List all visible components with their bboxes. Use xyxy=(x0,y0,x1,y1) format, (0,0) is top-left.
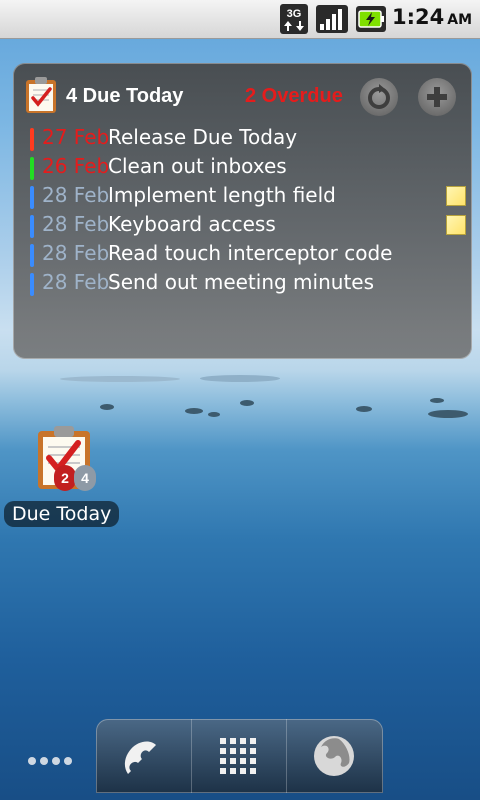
task-title: Keyboard access xyxy=(108,212,276,236)
shortcut-label: Due Today xyxy=(4,501,120,527)
priority-bar xyxy=(30,186,34,209)
clock: 1:24 AM xyxy=(392,5,472,29)
page-dot xyxy=(40,757,48,765)
rock xyxy=(430,398,444,403)
task-row[interactable]: 28 Feb Read touch interceptor code xyxy=(30,241,460,270)
clock-ampm: AM xyxy=(447,12,473,28)
widget-title[interactable]: 4 Due Today xyxy=(66,85,183,108)
phone-icon xyxy=(124,741,156,774)
app-grid-icon xyxy=(220,738,256,774)
priority-bar xyxy=(30,157,34,180)
task-date: 26 Feb xyxy=(42,154,110,178)
task-date: 28 Feb xyxy=(42,241,110,265)
app-drawer-button[interactable] xyxy=(191,719,287,793)
priority-bar xyxy=(30,244,34,267)
rock xyxy=(240,400,254,406)
globe-icon xyxy=(314,736,354,776)
battery-charging-icon xyxy=(356,6,386,32)
phone-button[interactable] xyxy=(96,719,191,793)
clock-time: 1:24 xyxy=(392,5,445,29)
page-dot xyxy=(52,757,60,765)
3g-icon: 3G xyxy=(280,4,308,34)
page-dot xyxy=(64,757,72,765)
note-icon[interactable] xyxy=(446,215,466,235)
add-task-button[interactable] xyxy=(418,78,456,116)
task-date: 28 Feb xyxy=(42,183,110,207)
task-date: 28 Feb xyxy=(42,212,110,236)
clipboard-checklist-icon xyxy=(26,77,56,113)
due-badge: 4 xyxy=(74,465,96,491)
priority-bar xyxy=(30,128,34,151)
refresh-button[interactable] xyxy=(360,78,398,116)
rock xyxy=(100,404,114,410)
refresh-icon xyxy=(368,84,390,109)
task-title: Clean out inboxes xyxy=(108,154,287,178)
task-title: Release Due Today xyxy=(108,125,298,149)
rock xyxy=(356,406,372,412)
task-date: 28 Feb xyxy=(42,270,110,294)
overdue-count[interactable]: 2 Overdue xyxy=(245,85,343,108)
status-bar[interactable]: 3G 1:24 AM xyxy=(0,0,480,39)
due-today-shortcut[interactable]: 2 4 Due Today xyxy=(4,425,120,529)
priority-bar xyxy=(30,273,34,296)
task-row[interactable]: 28 Feb Send out meeting minutes xyxy=(30,270,460,299)
task-date: 27 Feb xyxy=(42,125,110,149)
page-indicator[interactable] xyxy=(28,750,76,769)
note-icon[interactable] xyxy=(446,186,466,206)
signal-strength-icon xyxy=(316,5,348,33)
rock xyxy=(428,410,468,418)
task-title: Send out meeting minutes xyxy=(108,270,375,294)
task-title: Implement length field xyxy=(108,183,336,207)
horizon-island xyxy=(200,375,280,382)
task-row[interactable]: 28 Feb Keyboard access xyxy=(30,212,466,241)
due-today-widget[interactable]: 4 Due Today 2 Overdue 27 Feb Release Due … xyxy=(13,63,472,359)
svg-text:3G: 3G xyxy=(287,8,302,20)
task-list: 27 Feb Release Due Today 26 Feb Clean out i… xyxy=(30,125,466,299)
rock xyxy=(185,408,203,414)
add-icon xyxy=(427,87,447,107)
task-row[interactable]: 26 Feb Clean out inboxes xyxy=(30,154,460,183)
task-title: Read touch interceptor code xyxy=(108,241,393,265)
browser-button[interactable] xyxy=(286,719,382,793)
task-row[interactable]: 27 Feb Release Due Today xyxy=(30,125,460,154)
dock xyxy=(96,719,383,793)
horizon-island xyxy=(60,376,180,382)
overdue-badge: 2 xyxy=(54,465,76,491)
priority-bar xyxy=(30,215,34,238)
task-row[interactable]: 28 Feb Implement length field xyxy=(30,183,466,212)
page-dot xyxy=(28,757,36,765)
rock xyxy=(208,412,220,417)
